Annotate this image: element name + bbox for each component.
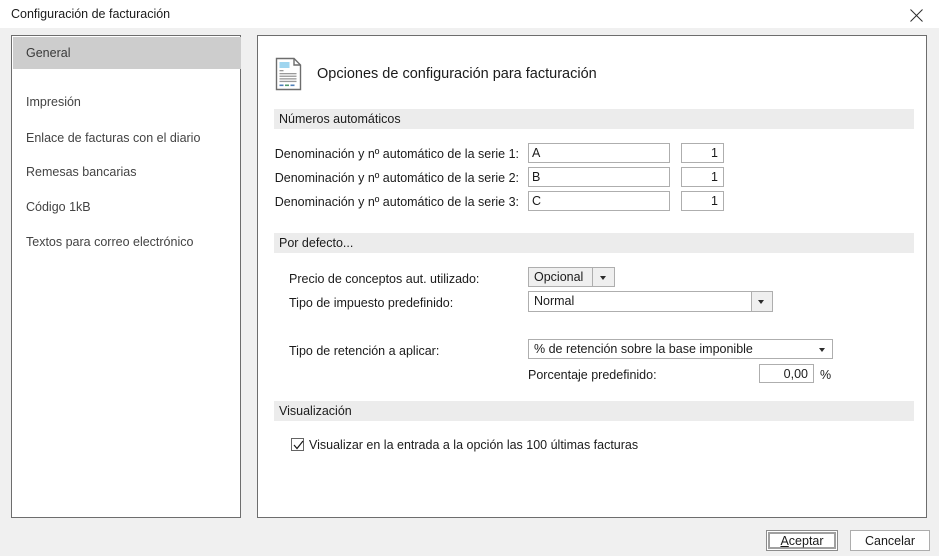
visualizar-ultimas-facturas-checkbox[interactable] xyxy=(291,438,304,451)
check-icon xyxy=(293,440,304,450)
select-tipo-impuesto-value: Normal xyxy=(534,294,575,308)
select-precio-conceptos[interactable]: Opcional xyxy=(528,267,615,287)
select-precio-conceptos-value: Opcional xyxy=(534,270,584,284)
input-serie-1-denominacion[interactable] xyxy=(528,143,670,163)
label-tipo-retencion: Tipo de retención a aplicar: xyxy=(289,344,440,358)
accept-button[interactable]: Aceptar xyxy=(766,530,838,551)
sidebar-item-impresion[interactable]: Impresión xyxy=(13,86,241,118)
input-serie-3-denominacion[interactable] xyxy=(528,191,670,211)
sidebar-item-codigo-1kb[interactable]: Código 1kB xyxy=(13,191,241,223)
close-button[interactable] xyxy=(894,0,939,28)
sidebar-item-textos-correo-electronico[interactable]: Textos para correo electrónico xyxy=(13,226,241,258)
section-header-numeros-automaticos: Números automáticos xyxy=(274,109,914,129)
panel-title: Opciones de configuración para facturaci… xyxy=(317,66,597,82)
input-serie-3-numero[interactable] xyxy=(681,191,724,211)
label-visualizar-ultimas-facturas: Visualizar en la entrada a la opción las… xyxy=(309,438,639,452)
select-tipo-retencion[interactable]: % de retención sobre la base imponible xyxy=(528,339,833,359)
document-settings-icon xyxy=(275,57,303,91)
input-porcentaje-predefinido[interactable] xyxy=(759,364,814,383)
cancel-button[interactable]: Cancelar xyxy=(850,530,930,551)
label-serie-2: Denominación y nº automático de la serie… xyxy=(274,171,519,185)
window-title: Configuración de facturación xyxy=(11,7,171,21)
main-panel: Opciones de configuración para facturaci… xyxy=(257,35,927,518)
section-header-por-defecto: Por defecto... xyxy=(274,233,914,253)
cancel-button-label: Cancelar xyxy=(864,533,916,548)
accept-button-accel: A xyxy=(780,533,789,548)
label-porcentaje-suffix: % xyxy=(820,368,832,382)
input-serie-1-numero[interactable] xyxy=(681,143,724,163)
label-porcentaje-predefinido: Porcentaje predefinido: xyxy=(528,368,657,382)
accept-button-label: ceptar xyxy=(788,533,824,548)
select-tipo-impuesto[interactable]: Normal xyxy=(528,291,773,312)
title-bar: Configuración de facturación xyxy=(0,0,939,28)
sidebar-item-remesas-bancarias[interactable]: Remesas bancarias xyxy=(13,156,241,188)
label-precio-conceptos: Precio de conceptos aut. utilizado: xyxy=(289,272,480,286)
chevron-down-icon[interactable] xyxy=(592,267,615,287)
select-tipo-retencion-value: % de retención sobre la base imponible xyxy=(534,342,753,356)
sidebar-item-enlace-facturas-diario[interactable]: Enlace de facturas con el diario xyxy=(13,122,241,154)
section-header-visualizacion: Visualización xyxy=(274,401,914,421)
sidebar-item-general[interactable]: General xyxy=(13,37,241,69)
input-serie-2-numero[interactable] xyxy=(681,167,724,187)
label-serie-1: Denominación y nº automático de la serie… xyxy=(274,147,519,161)
sidebar-panel: General Impresión Enlace de facturas con… xyxy=(11,35,241,518)
label-serie-3: Denominación y nº automático de la serie… xyxy=(274,195,519,209)
input-serie-2-denominacion[interactable] xyxy=(528,167,670,187)
label-tipo-impuesto: Tipo de impuesto predefinido: xyxy=(289,296,454,310)
chevron-down-icon[interactable] xyxy=(751,292,772,311)
